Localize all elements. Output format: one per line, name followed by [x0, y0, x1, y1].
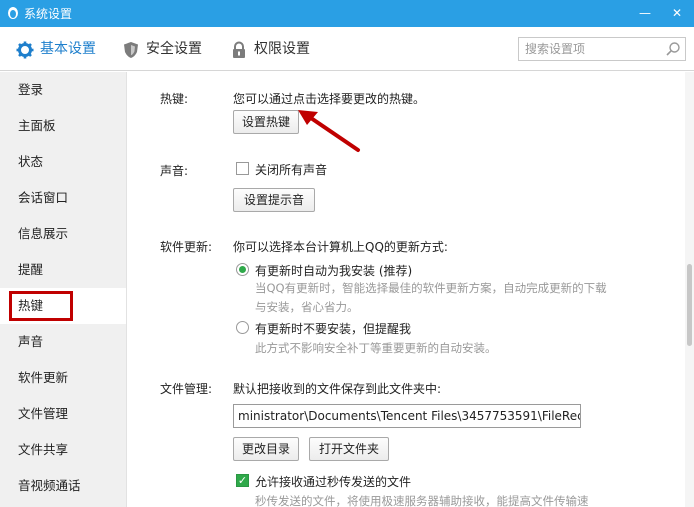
tab-label: 基本设置 — [40, 41, 96, 57]
notify-only-label: 有更新时不要安装，但提醒我 — [255, 322, 412, 336]
files-description: 默认把接收到的文件保存到此文件夹中: — [233, 382, 442, 396]
sidebar-item-main-panel[interactable]: 主面板 — [0, 108, 126, 144]
sidebar-item-label: 音视频通话 — [18, 478, 81, 493]
search-box[interactable] — [518, 37, 686, 61]
sidebar-item-label: 登录 — [18, 82, 44, 97]
auto-install-radio[interactable] — [236, 263, 249, 276]
hotkey-description: 您可以通过点击选择要更改的热键。 — [233, 92, 426, 106]
sidebar-item-chat-window[interactable]: 会话窗口 — [0, 180, 126, 216]
sidebar-item-sound[interactable]: 声音 — [0, 324, 126, 360]
sidebar-item-hotkey[interactable]: 热键 — [0, 288, 126, 324]
sidebar-item-status[interactable]: 状态 — [0, 144, 126, 180]
sidebar-item-av-call[interactable]: 音视频通话 — [0, 468, 126, 504]
save-path-field[interactable]: ministrator\Documents\Tencent Files\3457… — [233, 404, 581, 428]
change-directory-button[interactable]: 更改目录 — [233, 437, 299, 461]
sidebar-item-file-sharing[interactable]: 文件共享 — [0, 432, 126, 468]
mute-all-label: 关闭所有声音 — [255, 163, 328, 177]
scrollbar-thumb[interactable] — [687, 264, 692, 346]
sidebar-item-software-update[interactable]: 软件更新 — [0, 360, 126, 396]
tab-basic-settings[interactable]: 基本设置 — [16, 27, 106, 71]
sidebar-item-reminder[interactable]: 提醒 — [0, 252, 126, 288]
update-section-label: 软件更新: — [160, 240, 213, 254]
sidebar-item-label: 文件管理 — [18, 406, 69, 421]
sound-section-label: 声音: — [160, 164, 189, 178]
annotation-arrow-icon — [298, 110, 360, 152]
sidebar-item-info-display[interactable]: 信息展示 — [0, 216, 126, 252]
notify-only-radio[interactable] — [236, 321, 249, 334]
set-hotkey-button[interactable]: 设置热键 — [233, 110, 299, 134]
set-notification-sound-button[interactable]: 设置提示音 — [233, 188, 315, 212]
highlight-box — [9, 291, 73, 321]
gear-icon — [16, 41, 34, 59]
tab-bar: 基本设置 安全设置 权限设置 — [0, 27, 694, 71]
auto-install-desc-line1: 当QQ有更新时，智能选择最佳的软件更新方案，自动完成更新的下载 — [255, 281, 607, 295]
tab-label: 安全设置 — [146, 41, 202, 57]
search-icon[interactable] — [665, 41, 681, 57]
sidebar-item-login[interactable]: 登录 — [0, 72, 126, 108]
minimize-button[interactable]: — — [630, 0, 660, 27]
sidebar-item-label: 信息展示 — [18, 226, 69, 241]
content-scrollbar[interactable] — [685, 72, 694, 507]
files-section-label: 文件管理: — [160, 382, 213, 396]
sidebar-item-label: 软件更新 — [18, 370, 69, 385]
sidebar-item-file-management[interactable]: 文件管理 — [0, 396, 126, 432]
notify-only-desc: 此方式不影响安全补丁等重要更新的自动安装。 — [255, 341, 497, 355]
sidebar-item-label: 主面板 — [18, 118, 56, 133]
sidebar-item-label: 文件共享 — [18, 442, 69, 457]
shield-icon — [124, 42, 138, 58]
settings-content: 热键: 您可以通过点击选择要更改的热键。 设置热键 声音: 关闭所有声音 设置提… — [127, 72, 685, 507]
allow-instant-transfer-checkbox[interactable]: ✓ — [236, 474, 249, 487]
open-folder-button[interactable]: 打开文件夹 — [309, 437, 389, 461]
update-description: 你可以选择本台计算机上QQ的更新方式: — [233, 240, 448, 254]
auto-install-label: 有更新时自动为我安装 (推荐) — [255, 264, 413, 278]
sidebar-item-label: 提醒 — [18, 262, 44, 277]
close-button[interactable]: ✕ — [662, 0, 692, 27]
auto-install-desc-line2: 与安装，省心省力。 — [255, 300, 359, 314]
hotkey-section-label: 热键: — [160, 92, 189, 106]
sidebar-item-label: 状态 — [18, 154, 44, 169]
sidebar-item-label: 会话窗口 — [18, 190, 69, 205]
tab-security-settings[interactable]: 安全设置 — [122, 27, 212, 71]
window-title: 系统设置 — [24, 7, 73, 21]
tab-label: 权限设置 — [254, 41, 310, 57]
title-bar: 系统设置 — ✕ — [0, 0, 694, 27]
sidebar-item-label: 声音 — [18, 334, 44, 349]
tab-permission-settings[interactable]: 权限设置 — [230, 27, 320, 71]
lock-icon — [233, 41, 245, 58]
allow-instant-transfer-label: 允许接收通过秒传发送的文件 — [255, 475, 412, 489]
qq-penguin-icon — [8, 7, 18, 19]
search-input[interactable] — [525, 41, 661, 57]
sidebar: 登录 主面板 状态 会话窗口 信息展示 提醒 热键 声音 软件更新 文件管理 文… — [0, 72, 127, 507]
allow-instant-transfer-desc: 秒传发送的文件，将使用极速服务器辅助接收，能提高文件传输速 — [255, 494, 589, 507]
mute-all-checkbox[interactable] — [236, 162, 249, 175]
